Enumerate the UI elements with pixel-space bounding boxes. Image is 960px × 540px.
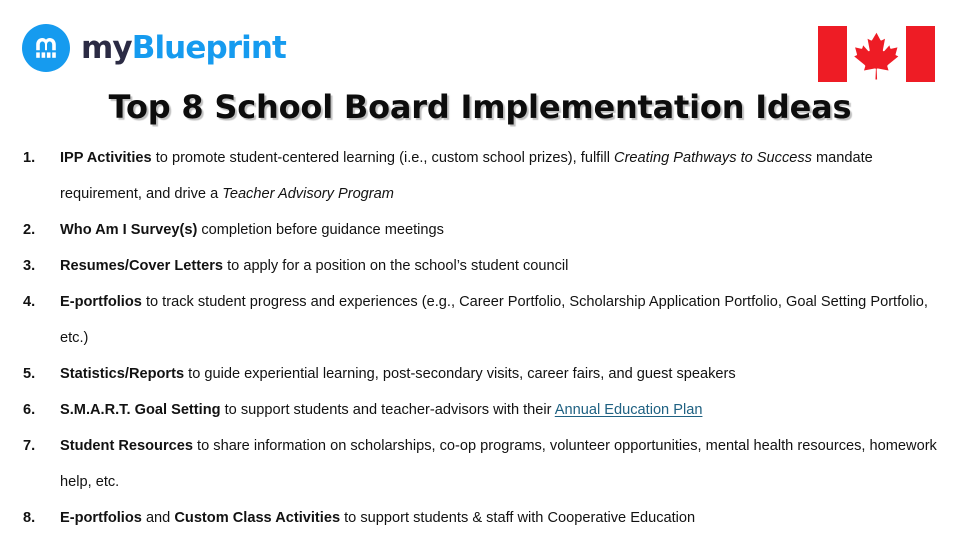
text-run: to guide experiential learning, post-sec… — [184, 366, 736, 382]
text-run: and — [141, 510, 175, 526]
text-run: IPP Activities — [60, 150, 152, 166]
text-run: Who Am I Survey(s) — [60, 222, 198, 238]
text-run: S.M.A.R.T. Goal Setting — [60, 402, 221, 418]
myblueprint-wordmark: myBlueprint — [81, 29, 287, 66]
list-item: 3. Resumes/Cover Letters to apply for a … — [18, 248, 946, 284]
list-item-text: E-portfolios to track student progress a… — [60, 284, 946, 356]
text-run: E-portfolios — [60, 294, 142, 310]
list-item-text: Statistics/Reports to guide experiential… — [60, 356, 946, 392]
text-run: completion before guidance meetings — [197, 222, 444, 238]
text-run: Teacher Advisory Program — [222, 186, 394, 202]
list-item-number: 3. — [23, 258, 36, 274]
canadian-flag-icon — [818, 26, 935, 82]
list-item: 2. Who Am I Survey(s) completion before … — [18, 212, 946, 248]
list-item-text: E-portfolios and Custom Class Activities… — [60, 500, 946, 536]
list-item-number: 5. — [23, 366, 36, 382]
myblueprint-logo-icon — [22, 24, 70, 72]
text-run: Resumes/Cover Letters — [60, 258, 224, 274]
list-item-text: Resumes/Cover Letters to apply for a pos… — [60, 248, 946, 284]
list-item-text: S.M.A.R.T. Goal Setting to support stude… — [60, 392, 946, 428]
list-item-number: 4. — [23, 294, 36, 310]
list-item: 6. S.M.A.R.T. Goal Setting to support st… — [18, 392, 946, 428]
list-item-number: 6. — [23, 402, 36, 418]
wordmark-prefix: my — [81, 29, 133, 66]
ideas-list: 1. IPP Activities to promote student-cen… — [18, 140, 946, 536]
text-run: to apply for a position on the school’s … — [223, 258, 569, 274]
text-run: to support students & staff with Coopera… — [340, 510, 696, 526]
list-item: 8. E-portfolios and Custom Class Activit… — [18, 500, 946, 536]
slide-header: myBlueprint — [0, 0, 960, 92]
list-item-number: 8. — [23, 510, 36, 526]
list-item-text: Student Resources to share information o… — [60, 428, 946, 500]
text-run: to track student progress and experience… — [60, 294, 928, 346]
wordmark-suffix: Blueprint — [131, 29, 287, 66]
myblueprint-brand: myBlueprint — [22, 24, 287, 72]
list-item-number: 1. — [23, 150, 36, 166]
text-run: Student Resources — [60, 438, 193, 454]
list-item-text: Who Am I Survey(s) completion before gui… — [60, 212, 946, 248]
page-title: Top 8 School Board Implementation Ideas — [108, 88, 852, 126]
list-item-text: IPP Activities to promote student-center… — [60, 140, 946, 212]
list-item-number: 7. — [23, 438, 36, 454]
text-run: Creating Pathways to Success — [614, 150, 812, 166]
list-item: 4. E-portfolios to track student progres… — [18, 284, 946, 356]
text-run: Custom Class Activities — [174, 510, 341, 526]
list-item: 5. Statistics/Reports to guide experient… — [18, 356, 946, 392]
list-item: 1. IPP Activities to promote student-cen… — [18, 140, 946, 212]
text-run: Statistics/Reports — [60, 366, 185, 382]
text-run: to promote student-centered learning (i.… — [151, 150, 615, 166]
text-run: E-portfolios — [60, 510, 142, 526]
slide-root: myBlueprint Top 8 School Board Implement… — [0, 0, 960, 540]
list-item-number: 2. — [23, 222, 36, 238]
list-item: 7. Student Resources to share informatio… — [18, 428, 946, 500]
text-run: to support students and teacher-advisors… — [220, 402, 555, 418]
annual-education-plan-link[interactable]: Annual Education Plan — [555, 402, 703, 418]
